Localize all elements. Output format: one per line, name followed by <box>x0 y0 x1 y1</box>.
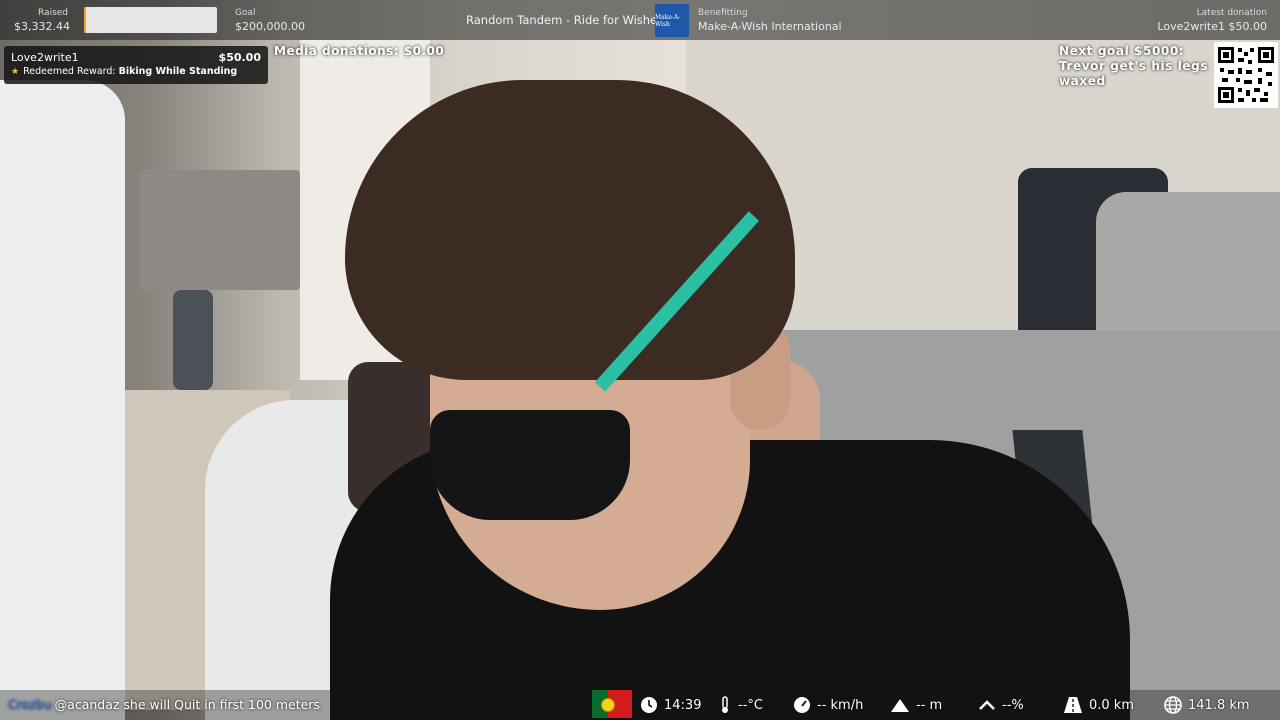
water-bottle <box>173 290 213 390</box>
road-icon <box>1064 697 1082 713</box>
storage-bin <box>140 170 300 290</box>
chat-username: Crozbu <box>8 697 52 712</box>
temperature-stat: --°C <box>718 690 763 720</box>
alert-amount: $50.00 <box>218 51 261 64</box>
time-value: 14:39 <box>664 697 702 713</box>
next-goal-line2: Trevor get's his legs <box>1059 59 1209 73</box>
distance-total-stat: 141.8 km <box>1164 690 1250 720</box>
altitude-stat: -- m <box>890 690 942 720</box>
alert-donor: Love2write1 <box>11 51 79 64</box>
grade-value: --% <box>1002 697 1024 713</box>
person-left <box>0 80 125 720</box>
mountain-icon <box>891 699 909 712</box>
latest-donation-label: Latest donation <box>1196 8 1267 18</box>
donation-progress-bar <box>84 7 217 33</box>
logo-text: Make-A-Wish <box>655 13 681 28</box>
next-goal: Next goal $5000: Trevor get's his legs w… <box>1059 44 1211 89</box>
benefitting-label: Benefitting <box>698 8 748 18</box>
beneficiary-name: Make-A-Wish International <box>698 20 842 33</box>
incline-icon <box>979 700 995 710</box>
donation-alert: Love2write1 $50.00 ★ Redeemed Reward: Bik… <box>4 46 268 84</box>
make-a-wish-logo: Make-A-Wish <box>655 4 689 37</box>
globe-icon <box>1164 696 1182 714</box>
campaign-title: Random Tandem - Ride for Wishes <box>466 13 664 27</box>
chat-text: @acandaz she will Quit in first 100 mete… <box>54 697 320 712</box>
sunglasses <box>430 410 630 520</box>
video-feed <box>0 0 1280 720</box>
goal-label: Goal <box>235 8 256 18</box>
temperature-value: --°C <box>738 697 763 713</box>
hair <box>345 80 795 380</box>
star-icon: ★ <box>11 67 20 77</box>
distance-total-value: 141.8 km <box>1188 697 1250 713</box>
speedometer-icon <box>794 697 810 713</box>
speed-value: -- km/h <box>817 697 864 713</box>
overlay-top-bar: Raised $3,332.44 Goal $200,000.00 Random… <box>0 0 1280 40</box>
time-stat: 14:39 <box>640 690 701 720</box>
thermometer-icon <box>722 696 728 713</box>
grade-stat: --% <box>978 690 1024 720</box>
raised-label: Raised <box>38 8 69 18</box>
next-goal-line3: waxed <box>1059 74 1106 88</box>
portugal-flag-icon <box>592 690 632 718</box>
next-goal-line1: Next goal $5000: <box>1059 44 1185 58</box>
reward-prefix: Redeemed Reward: <box>23 66 116 77</box>
raised-value: $3,332.44 <box>14 20 70 33</box>
distance-today-value: 0.0 km <box>1089 697 1134 713</box>
donation-progress-fill <box>84 7 87 33</box>
goal-value: $200,000.00 <box>235 20 305 33</box>
clock-icon <box>641 697 657 713</box>
altitude-value: -- m <box>916 697 943 713</box>
chat-message: Crozbu @acandaz she will Quit in first 10… <box>8 697 320 712</box>
qr-code[interactable] <box>1214 42 1278 108</box>
reward-name: Biking While Standing <box>118 66 238 77</box>
media-donations: Media donations: $0.00 <box>274 44 445 58</box>
latest-donation-value: Love2write1 $50.00 <box>1157 20 1267 33</box>
alert-reward-line: ★ Redeemed Reward: Biking While Standing <box>11 66 237 77</box>
speed-stat: -- km/h <box>793 690 863 720</box>
distance-today-stat: 0.0 km <box>1063 690 1134 720</box>
